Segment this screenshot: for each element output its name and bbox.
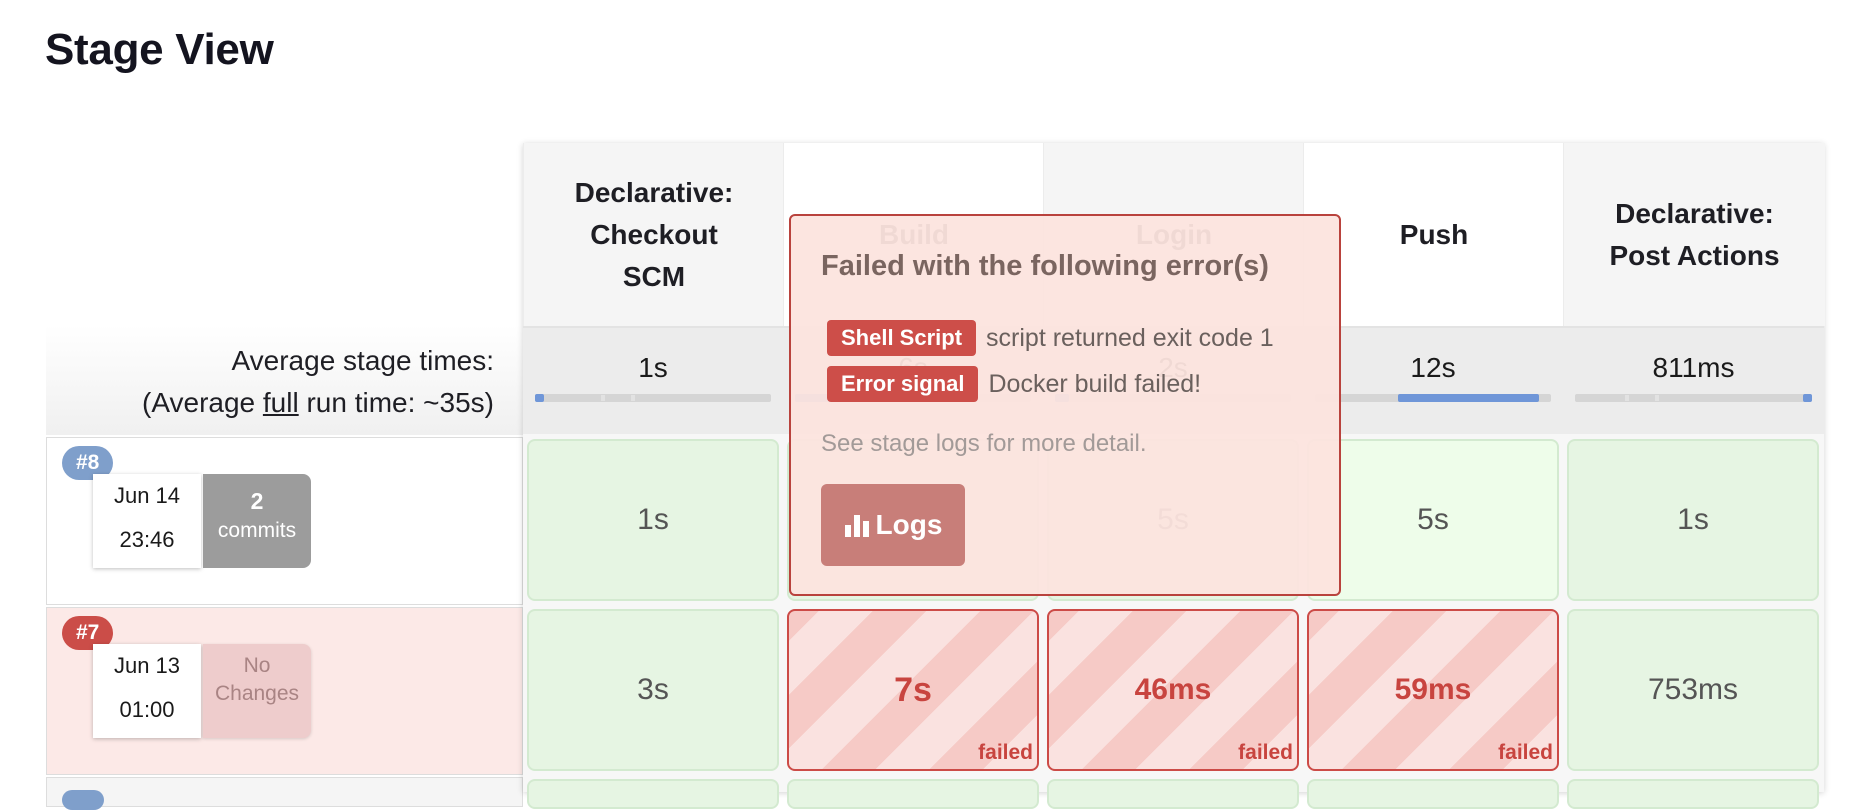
stage-cell-checkout-run-6[interactable] <box>527 779 779 809</box>
stage-cell-duration: 7s <box>894 670 932 709</box>
stage-average-fill <box>535 394 545 402</box>
full-run-link[interactable]: full <box>263 387 299 418</box>
stage-average-bar <box>1315 394 1551 402</box>
run-date-day: Jun 13 <box>113 653 181 678</box>
stage-cell-checkout-run-8[interactable]: 1s <box>527 439 779 601</box>
stage-cell-push-run-7[interactable]: 59ms failed <box>1307 609 1559 771</box>
average-stage-times-text: Average stage times: <box>231 345 494 376</box>
popover-title: Failed with the following error(s) <box>821 250 1269 282</box>
failed-label: failed <box>978 741 1033 764</box>
stage-cell-post-actions-run-6[interactable] <box>1567 779 1819 809</box>
stage-average-bar <box>535 394 771 402</box>
run-number-badge[interactable] <box>62 790 104 810</box>
error-type-badge: Error signal <box>827 366 979 402</box>
failed-label: failed <box>1498 741 1553 764</box>
run-row-6[interactable] <box>46 777 523 810</box>
run-row-7[interactable]: #7 Jun 13 01:00 No Changes <box>46 607 523 775</box>
stage-cell-login-run-6[interactable] <box>1047 779 1299 809</box>
popover-hint: See stage logs for more detail. <box>821 430 1147 457</box>
stage-average-fill <box>1397 394 1540 402</box>
run-date-day: Jun 14 <box>113 483 181 508</box>
stage-header-checkout[interactable]: Declarative: Checkout SCM <box>523 143 784 326</box>
logs-button-label: Logs <box>875 509 943 540</box>
stage-cell-push-run-6[interactable] <box>1307 779 1559 809</box>
stage-average-value: 811ms <box>1652 352 1735 383</box>
stage-cell-checkout-run-7[interactable]: 3s <box>527 609 779 771</box>
page-title: Stage View <box>45 25 274 74</box>
run-date-time: 23:46 <box>119 527 175 552</box>
error-message: Docker build failed! <box>988 369 1202 398</box>
stage-header-push[interactable]: Push <box>1303 143 1564 326</box>
stage-cell-push-run-8[interactable]: 5s <box>1307 439 1559 601</box>
changes-label: commits <box>217 519 297 542</box>
failed-label: failed <box>1238 741 1293 764</box>
error-row: Error signal Docker build failed! <box>827 366 1201 402</box>
stage-average-post-actions: 811ms <box>1563 326 1824 434</box>
run-date: Jun 14 23:46 <box>93 474 201 568</box>
stage-average-checkout: 1s <box>523 326 783 434</box>
stage-cell-build-run-7[interactable]: 7s failed <box>787 609 1039 771</box>
run-date: Jun 13 01:00 <box>93 644 201 738</box>
stage-average-value: 12s <box>1410 352 1456 383</box>
run-date-time: 01:00 <box>119 697 175 722</box>
stage-average-fill <box>1802 394 1812 402</box>
stage-header-post-actions[interactable]: Declarative: Post Actions <box>1563 143 1825 326</box>
changes-button[interactable]: 2 commits <box>203 474 311 568</box>
error-message: script returned exit code 1 <box>986 323 1274 352</box>
stage-average-bar <box>1575 394 1812 402</box>
changes-count: 2 <box>250 488 264 514</box>
average-run-time-text: (Average full run time: ~35s) <box>100 382 494 424</box>
avg-prefix: (Average <box>142 387 263 418</box>
no-changes-label: No Changes <box>203 644 311 738</box>
stage-cell-duration: 46ms <box>1134 673 1212 706</box>
stage-cell-duration: 59ms <box>1394 673 1472 706</box>
stage-cell-post-actions-run-8[interactable]: 1s <box>1567 439 1819 601</box>
bar-chart-icon <box>844 513 870 537</box>
stage-average-push: 12s <box>1303 326 1563 434</box>
run-row-8[interactable]: #8 Jun 14 23:46 2 commits <box>46 437 523 605</box>
avg-suffix: run time: ~35s) <box>298 387 494 418</box>
stage-cell-login-run-7[interactable]: 46ms failed <box>1047 609 1299 771</box>
error-row: Shell Script script returned exit code 1 <box>827 320 1274 356</box>
error-popover: Failed with the following error(s) Shell… <box>789 214 1341 596</box>
error-type-badge: Shell Script <box>827 320 977 356</box>
stage-cell-build-run-6[interactable] <box>787 779 1039 809</box>
average-times-label: Average stage times: (Average full run t… <box>100 340 494 424</box>
stage-average-value: 1s <box>638 352 668 383</box>
logs-button[interactable]: Logs <box>821 484 965 566</box>
stage-cell-post-actions-run-7[interactable]: 753ms <box>1567 609 1819 771</box>
